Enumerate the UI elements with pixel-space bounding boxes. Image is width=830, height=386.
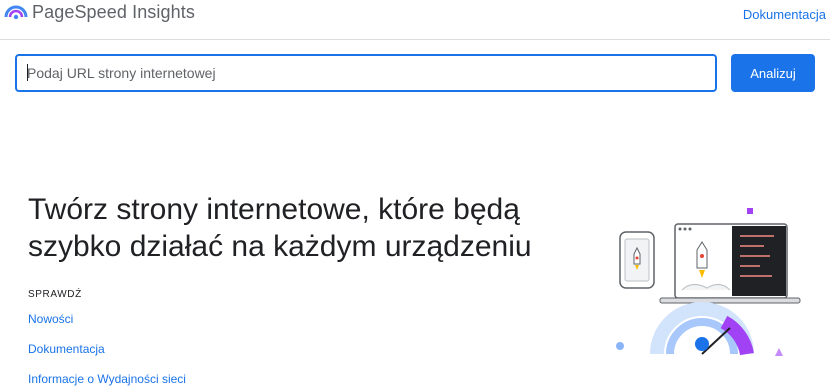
triangle-icon xyxy=(775,348,783,356)
pagespeed-logo-icon[interactable] xyxy=(4,3,28,23)
check-section-label: SPRAWDŹ xyxy=(28,289,82,300)
web-performance-link[interactable]: Informacje o Wydajności sieci xyxy=(28,372,186,386)
top-bar: PageSpeed Insights Dokumentacja xyxy=(0,0,830,40)
documentation-side-link[interactable]: Dokumentacja xyxy=(28,342,105,356)
app-title: PageSpeed Insights xyxy=(32,2,195,22)
blue-dot-icon xyxy=(616,342,624,350)
phone-icon xyxy=(619,231,655,289)
hero-headline: Twórz strony internetowe, które będą szy… xyxy=(28,191,588,265)
analyze-button[interactable]: Analizuj xyxy=(731,54,815,92)
gauge-icon xyxy=(650,302,754,356)
news-link[interactable]: Nowości xyxy=(28,312,73,326)
speed-gauge-illustration xyxy=(616,208,801,356)
url-input[interactable] xyxy=(15,54,717,92)
laptop-icon xyxy=(659,223,801,304)
text-cursor xyxy=(27,64,28,81)
documentation-link[interactable]: Dokumentacja xyxy=(743,7,826,22)
hero-headline-line1: Twórz strony internetowe, które będą xyxy=(28,193,520,226)
hero-headline-line2: szybko działać na każdym urządzeniu xyxy=(28,230,532,263)
purple-square-icon xyxy=(747,208,753,214)
